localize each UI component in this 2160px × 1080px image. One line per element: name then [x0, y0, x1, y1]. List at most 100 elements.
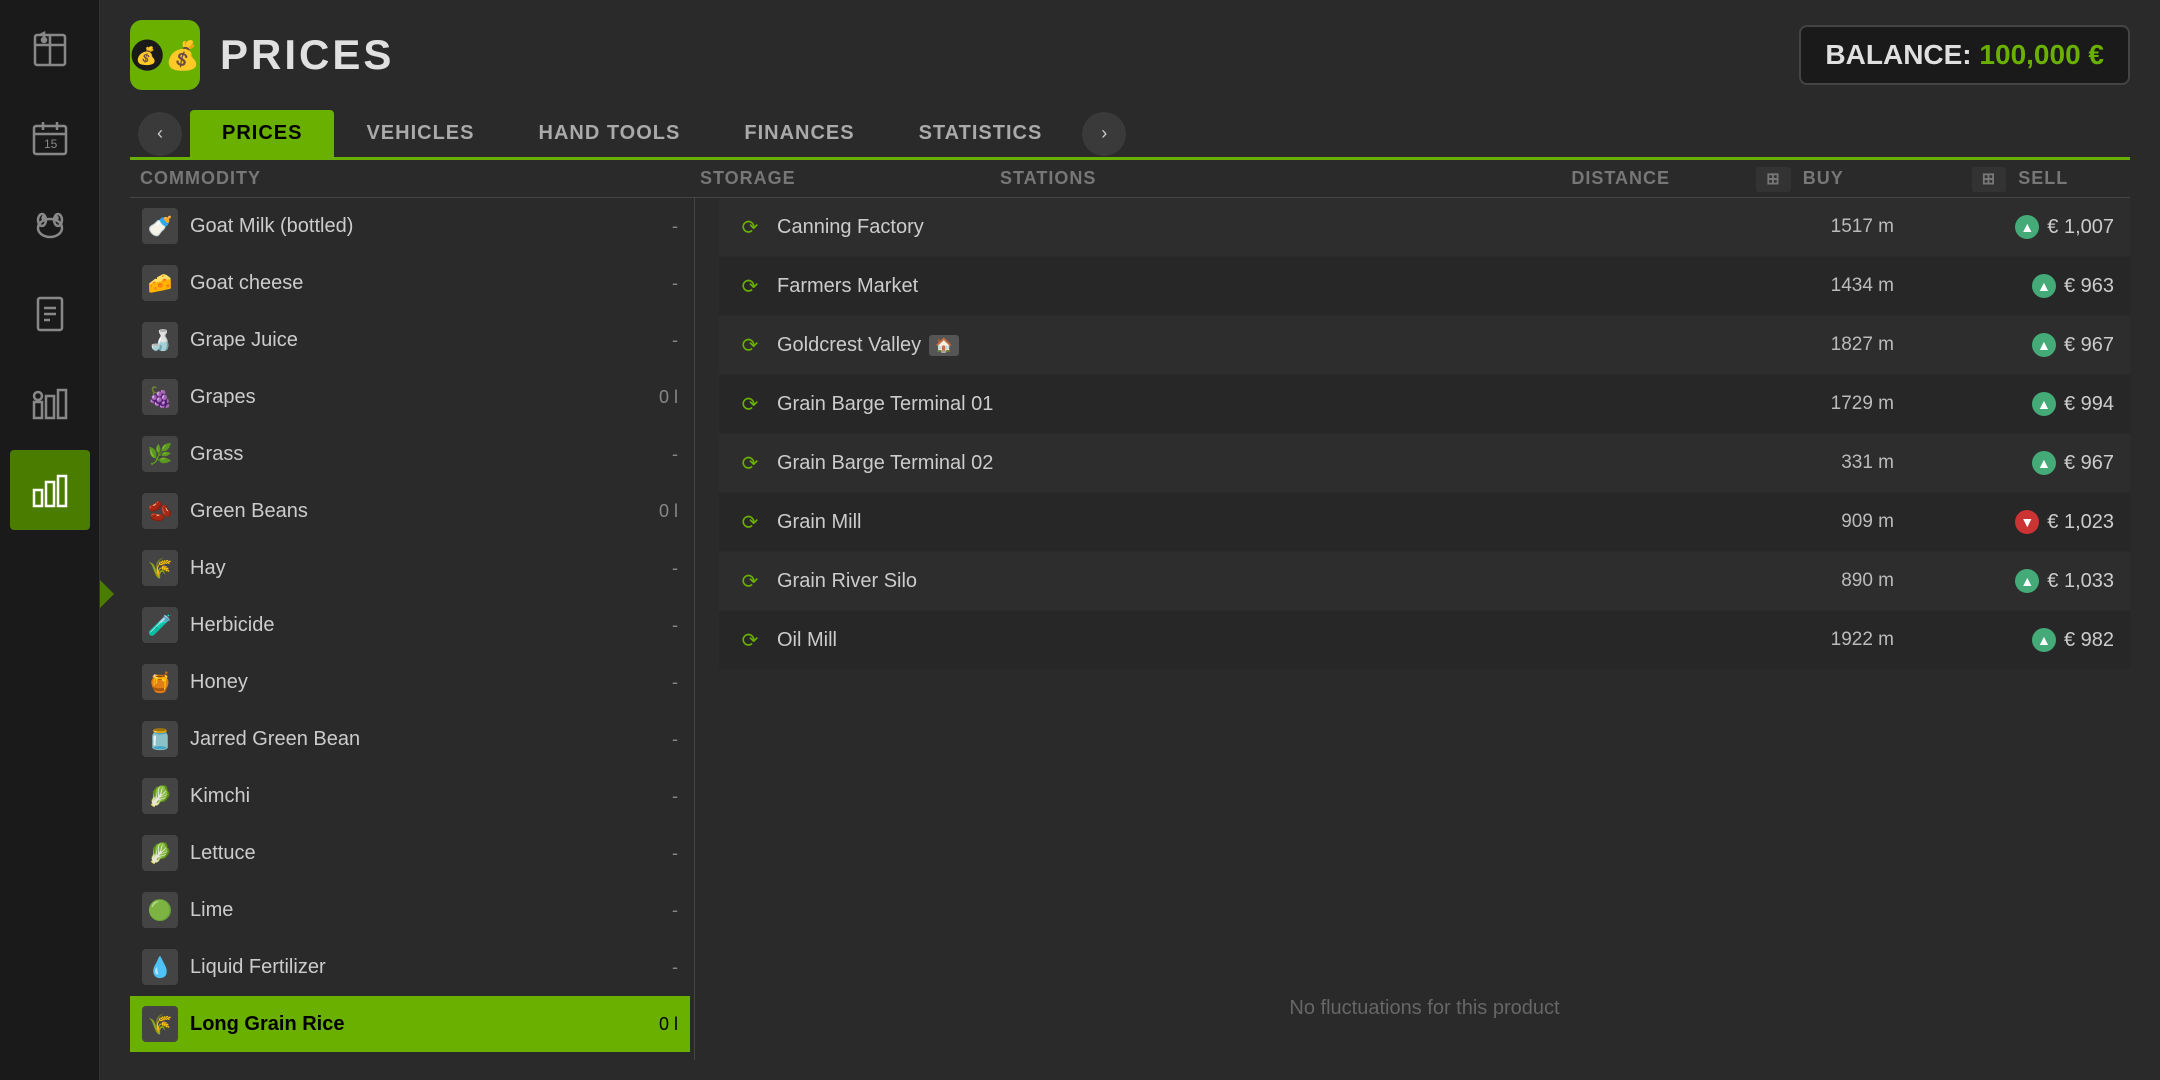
station-name: Grain Mill [777, 511, 1754, 534]
balance-label: BALANCE: [1825, 39, 1971, 70]
station-sell-price: ▲ € 994 [1914, 392, 2114, 416]
commodity-item[interactable]: 🌿 Grass - [130, 426, 690, 483]
page-title: PRICES [220, 31, 394, 79]
sidebar-item-contracts[interactable] [10, 274, 90, 354]
station-sell-price: ▲ € 963 [1914, 274, 2114, 298]
station-distance: 909 m [1754, 511, 1914, 533]
svg-text:15: 15 [44, 137, 58, 151]
tab-finances[interactable]: FINANCES [712, 110, 886, 157]
balance-amount: 100,000 € [1979, 39, 2104, 70]
price-trend-icon: ▲ [2032, 274, 2056, 298]
station-item[interactable]: ⟳ Grain River Silo 890 m ▲ € 1,033 [719, 552, 2130, 611]
sidebar-item-calendar[interactable]: 15 [10, 98, 90, 178]
station-name: Grain River Silo [777, 570, 1754, 593]
station-sell-price: ▲ € 1,007 [1914, 215, 2114, 239]
col-header-stations: STATIONS [990, 168, 1470, 189]
station-item[interactable]: ⟳ Grain Mill 909 m ▼ € 1,023 [719, 493, 2130, 552]
station-nav-icon: ⟳ [735, 212, 765, 242]
commodity-storage: - [628, 729, 678, 750]
balance-box: BALANCE: 100,000 € [1799, 25, 2130, 85]
commodity-icon: 🧀 [142, 265, 178, 301]
price-trend-icon: ▲ [2015, 569, 2039, 593]
sidebar-item-production[interactable] [10, 362, 90, 442]
station-nav-icon: ⟳ [735, 448, 765, 478]
nav-next-button[interactable]: › [1082, 112, 1126, 156]
station-distance: 1434 m [1754, 275, 1914, 297]
sidebar-item-statistics[interactable] [10, 450, 90, 530]
col-header-buy: ⊞ BUY [1690, 168, 1910, 189]
station-item[interactable]: ⟳ Farmers Market 1434 m ▲ € 963 [719, 257, 2130, 316]
col-header-distance: DISTANCE [1470, 168, 1690, 189]
commodity-storage: - [628, 216, 678, 237]
tab-hand-tools[interactable]: HAND TOOLS [507, 110, 713, 157]
commodity-storage: 0 l [628, 387, 678, 408]
station-nav-icon: ⟳ [735, 566, 765, 596]
price-trend-icon: ▼ [2015, 510, 2039, 534]
nav-prev-button[interactable]: ‹ [138, 112, 182, 156]
station-item[interactable]: ⟳ Oil Mill 1922 m ▲ € 982 [719, 611, 2130, 670]
prices-icon: 💰 💰 [130, 20, 200, 90]
header-left: 💰 💰 PRICES [130, 20, 394, 90]
sidebar: 15 [0, 0, 100, 1080]
commodity-storage: 0 l [628, 501, 678, 522]
commodity-item[interactable]: 🫘 Green Beans 0 l [130, 483, 690, 540]
commodity-storage: - [628, 786, 678, 807]
commodity-item[interactable]: 🌾 Long Grain Rice 0 l [130, 996, 690, 1053]
commodity-name: Hay [190, 557, 628, 580]
station-item[interactable]: ⟳ Canning Factory 1517 m ▲ € 1,007 [719, 198, 2130, 257]
commodity-item[interactable]: 🥬 Lettuce - [130, 825, 690, 882]
table-headers: COMMODITY STORAGE STATIONS DISTANCE ⊞ BU… [130, 160, 2130, 198]
commodity-name: Goat Milk (bottled) [190, 215, 628, 238]
commodity-item[interactable]: 🟢 Lime - [130, 882, 690, 939]
station-item[interactable]: ⟳ Goldcrest Valley🏠 1827 m ▲ € 967 [719, 316, 2130, 375]
nav-tabs: ‹ PRICES VEHICLES HAND TOOLS FINANCES ST… [130, 110, 2130, 160]
header: 💰 💰 PRICES BALANCE: 100,000 € [130, 20, 2130, 90]
sidebar-item-animals[interactable] [10, 186, 90, 266]
commodity-list[interactable]: 🍼 Goat Milk (bottled) - 🧀 Goat cheese - … [130, 198, 690, 1060]
commodity-storage: - [628, 273, 678, 294]
commodity-item[interactable]: 🍇 Grapes 0 l [130, 369, 690, 426]
station-distance: 331 m [1754, 452, 1914, 474]
station-nav-icon: ⟳ [735, 389, 765, 419]
station-sell-price: ▲ € 1,033 [1914, 569, 2114, 593]
full-table-content: 🍼 Goat Milk (bottled) - 🧀 Goat cheese - … [130, 198, 2130, 1060]
commodity-name: Honey [190, 671, 628, 694]
commodity-name: Goat cheese [190, 272, 628, 295]
station-distance: 1517 m [1754, 216, 1914, 238]
commodity-storage: - [628, 900, 678, 921]
commodity-storage: 0 l [628, 1014, 678, 1035]
commodity-icon: 🍶 [142, 322, 178, 358]
sidebar-item-map[interactable] [10, 10, 90, 90]
commodity-item[interactable]: 🍶 Grape Juice - [130, 312, 690, 369]
commodity-name: Grapes [190, 386, 628, 409]
commodity-icon: 🧪 [142, 607, 178, 643]
commodity-item[interactable]: 🧀 Goat cheese - [130, 255, 690, 312]
commodity-name: Jarred Green Bean [190, 728, 628, 751]
commodity-item[interactable]: 🍯 Honey - [130, 654, 690, 711]
commodity-name: Grass [190, 443, 628, 466]
station-distance: 1827 m [1754, 334, 1914, 356]
commodity-name: Herbicide [190, 614, 628, 637]
commodity-storage: - [628, 330, 678, 351]
commodity-icon: 🌿 [142, 436, 178, 472]
commodity-name: Grape Juice [190, 329, 628, 352]
commodity-item[interactable]: 🧪 Herbicide - [130, 597, 690, 654]
commodity-item[interactable]: 💧 Liquid Fertilizer - [130, 939, 690, 996]
commodity-icon: 💧 [142, 949, 178, 985]
station-item[interactable]: ⟳ Grain Barge Terminal 01 1729 m ▲ € 994 [719, 375, 2130, 434]
tab-prices[interactable]: PRICES [190, 110, 334, 157]
tab-statistics[interactable]: STATISTICS [887, 110, 1075, 157]
commodity-item[interactable]: 🍼 Goat Milk (bottled) - [130, 198, 690, 255]
commodity-item[interactable]: 🌾 Hay - [130, 540, 690, 597]
commodity-icon: 🍯 [142, 664, 178, 700]
station-item[interactable]: ⟳ Grain Barge Terminal 02 331 m ▲ € 967 [719, 434, 2130, 493]
commodity-name: Long Grain Rice [190, 1013, 628, 1036]
commodity-icon: 🌾 [142, 1006, 178, 1042]
commodity-icon: 🥬 [142, 835, 178, 871]
station-badge: 🏠 [929, 335, 958, 356]
commodity-item[interactable]: 🟤 Manure - [130, 1053, 690, 1060]
commodity-item[interactable]: 🫙 Jarred Green Bean - [130, 711, 690, 768]
commodity-item[interactable]: 🥬 Kimchi - [130, 768, 690, 825]
tab-vehicles[interactable]: VEHICLES [334, 110, 506, 157]
price-trend-icon: ▲ [2032, 333, 2056, 357]
